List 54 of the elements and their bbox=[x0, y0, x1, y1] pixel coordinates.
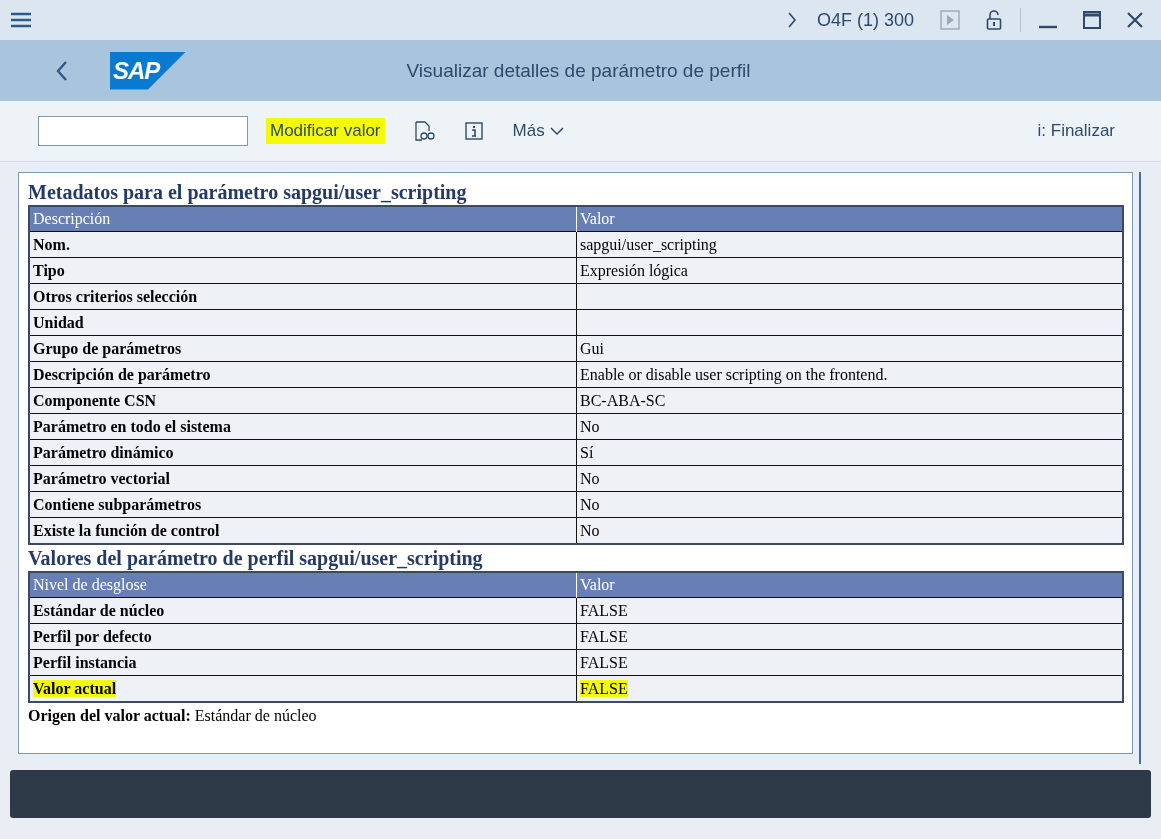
exit-button[interactable]: i: Finalizar bbox=[1037, 121, 1115, 141]
info-icon[interactable] bbox=[464, 122, 483, 140]
table-cell: Expresión lógica bbox=[576, 257, 1123, 284]
table-cell: Estándar de núcleo bbox=[29, 597, 577, 624]
table-cell: Unidad bbox=[29, 309, 577, 336]
caret-icon bbox=[549, 126, 564, 136]
table-cell: No bbox=[576, 491, 1123, 518]
section-heading: Metadatos para el parámetro sapgui/user_scripting bbox=[28, 180, 468, 205]
chevron-right-icon[interactable] bbox=[786, 12, 797, 28]
table-cell: Perfil instancia bbox=[29, 649, 577, 676]
command-field[interactable] bbox=[38, 116, 248, 146]
table-cell: FALSE bbox=[576, 597, 1123, 624]
table-cell: Perfil por defecto bbox=[29, 623, 577, 650]
system-info: O4F (1) 300 bbox=[816, 9, 914, 31]
table-cell: No bbox=[576, 517, 1123, 544]
back-icon[interactable] bbox=[56, 60, 68, 81]
table-cell: Tipo bbox=[29, 257, 577, 284]
table-cell: Valor actual bbox=[29, 675, 577, 702]
table-cell: No bbox=[576, 413, 1123, 440]
table-cell: Nom. bbox=[29, 231, 577, 258]
table-cell: Gui bbox=[576, 335, 1123, 362]
modify-value-button[interactable]: Modificar valor bbox=[266, 118, 385, 144]
table-cell: Descripción de parámetro bbox=[29, 361, 577, 388]
table-cell: Otros criterios selección bbox=[29, 283, 577, 310]
splitter-handle[interactable] bbox=[1139, 172, 1143, 764]
table-cell: FALSE bbox=[576, 649, 1123, 676]
table-cell: Componente CSN bbox=[29, 387, 577, 414]
padlock-icon[interactable] bbox=[986, 10, 1002, 30]
column-header: Nivel de desglose bbox=[29, 572, 577, 598]
column-header: Valor bbox=[576, 206, 1123, 232]
table-cell: Contiene subparámetros bbox=[29, 491, 577, 518]
table-cell: Parámetro en todo el sistema bbox=[29, 413, 577, 440]
table-cell: Parámetro vectorial bbox=[29, 465, 577, 492]
table-cell: BC-ABA-SC bbox=[576, 387, 1123, 414]
table-cell: Existe la función de control bbox=[29, 517, 577, 544]
more-menu[interactable]: Más bbox=[512, 121, 564, 141]
table-cell: Enable or disable user scripting on the frontend. bbox=[576, 361, 1123, 388]
logo: SAP bbox=[110, 51, 186, 90]
table-cell: FALSE bbox=[576, 623, 1123, 650]
window-title: Visualizar detalles de parámetro de perfil bbox=[405, 59, 752, 82]
maximize-icon[interactable] bbox=[1083, 11, 1101, 29]
section-heading: Valores del parámetro de perfil sapgui/user_scripting bbox=[28, 546, 484, 571]
glasses-icon[interactable] bbox=[412, 121, 435, 141]
table-cell: Sí bbox=[576, 439, 1123, 466]
table-cell: Grupo de parámetros bbox=[29, 335, 577, 362]
menu-icon[interactable] bbox=[11, 12, 31, 28]
column-header: Valor bbox=[576, 572, 1123, 598]
column-header: Descripción bbox=[29, 206, 577, 232]
close-icon[interactable] bbox=[1127, 12, 1143, 28]
table-cell: FALSE bbox=[576, 675, 1123, 702]
table-cell: Parámetro dinámico bbox=[29, 439, 577, 466]
table-cell: No bbox=[576, 465, 1123, 492]
table-cell: sapgui/user_scripting bbox=[576, 231, 1123, 258]
origin-text: Origen del valor actual: Estándar de núcleo bbox=[28, 707, 318, 725]
